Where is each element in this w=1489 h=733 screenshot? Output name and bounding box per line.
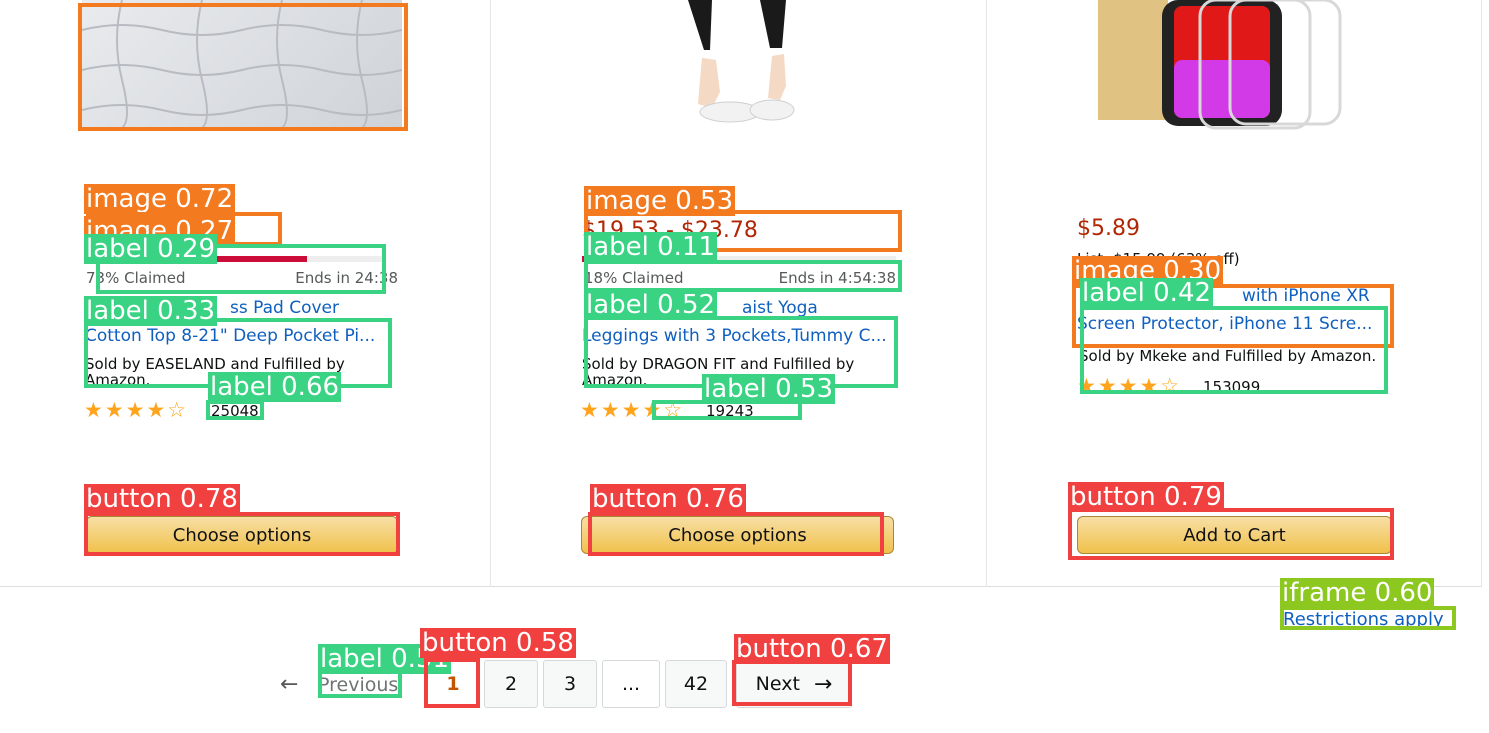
detection-tag: button 0.58	[420, 628, 576, 658]
product-grid: 73% Claimed Ends in 24:38 ss Pad Cover Co…	[0, 0, 1482, 587]
next-label: Next	[755, 673, 800, 695]
product-image-screen-protector[interactable]	[1090, 0, 1408, 138]
seller-info: Sold by DRAGON FIT and Fulfilled by Amaz…	[582, 355, 855, 389]
previous-label: Previous	[318, 674, 399, 696]
review-count[interactable]: 153099	[1203, 378, 1260, 396]
claimed-label: 73% Claimed Ends in 24:38	[86, 269, 398, 287]
deal-progress-bar	[582, 256, 896, 262]
choose-options-button[interactable]: Choose options	[86, 516, 398, 554]
page-ellipsis: ...	[602, 660, 660, 708]
claimed-label: 18% Claimed Ends in 4:54:38	[584, 269, 896, 287]
deal-ends-text: Ends in 4:54:38	[778, 269, 896, 287]
page-2-button[interactable]: 2	[484, 660, 538, 708]
column-divider	[986, 0, 987, 587]
product-title-line1[interactable]: with iPhone XR	[1242, 282, 1382, 310]
product-title-line2[interactable]: Screen Protector, iPhone 11 Scre...	[1077, 310, 1382, 338]
list-price: List: $15.99 (63% off)	[1077, 250, 1240, 268]
deal-ends-text: Ends in 24:38	[295, 269, 398, 287]
deal-progress-fill	[582, 256, 639, 262]
next-page-button[interactable]: Next →	[736, 660, 852, 708]
product-title-line2[interactable]: Leggings with 3 Pockets,Tummy C...	[582, 322, 894, 350]
page-42-button[interactable]: 42	[665, 660, 727, 708]
seller-info: Sold by EASELAND and Fulfilled by Amazon…	[85, 355, 345, 389]
seller-info: Sold by Mkeke and Fulfilled by Amazon.	[1079, 347, 1377, 365]
add-to-cart-button[interactable]: Add to Cart	[1077, 516, 1392, 554]
claimed-text: 73% Claimed	[86, 269, 186, 287]
product-title-line1[interactable]: ss Pad Cover	[230, 294, 400, 322]
star-rating-icon[interactable]: ★★★★☆	[84, 400, 188, 421]
product-image-leggings[interactable]	[660, 0, 820, 130]
star-rating-icon[interactable]: ★★★★☆	[580, 400, 684, 421]
right-arrow-icon: →	[813, 671, 833, 697]
deal-progress-fill	[98, 256, 307, 262]
review-count[interactable]: 19243	[706, 402, 754, 420]
star-rating-icon[interactable]: ★★★★☆	[1077, 376, 1181, 397]
sale-price: $5.89	[1077, 216, 1140, 241]
page-3-button[interactable]: 3	[543, 660, 597, 708]
product-title-line2[interactable]: Cotton Top 8-21" Deep Pocket Pi...	[85, 322, 393, 350]
column-divider	[1481, 0, 1482, 587]
choose-options-button[interactable]: Choose options	[581, 516, 894, 554]
review-count[interactable]: 25048	[211, 402, 259, 420]
price-range: $19.53 - $23.78	[582, 218, 758, 243]
product-title-line1[interactable]: aist Yoga	[742, 294, 892, 322]
deal-progress-bar	[98, 256, 384, 262]
claimed-text: 18% Claimed	[584, 269, 684, 287]
product-image-mattress-pad[interactable]	[82, 0, 402, 128]
page-1-button[interactable]: 1	[426, 660, 480, 708]
column-divider	[490, 0, 491, 587]
left-arrow-icon: ←	[280, 672, 299, 697]
restrictions-link[interactable]: Restrictions apply	[1283, 609, 1444, 630]
